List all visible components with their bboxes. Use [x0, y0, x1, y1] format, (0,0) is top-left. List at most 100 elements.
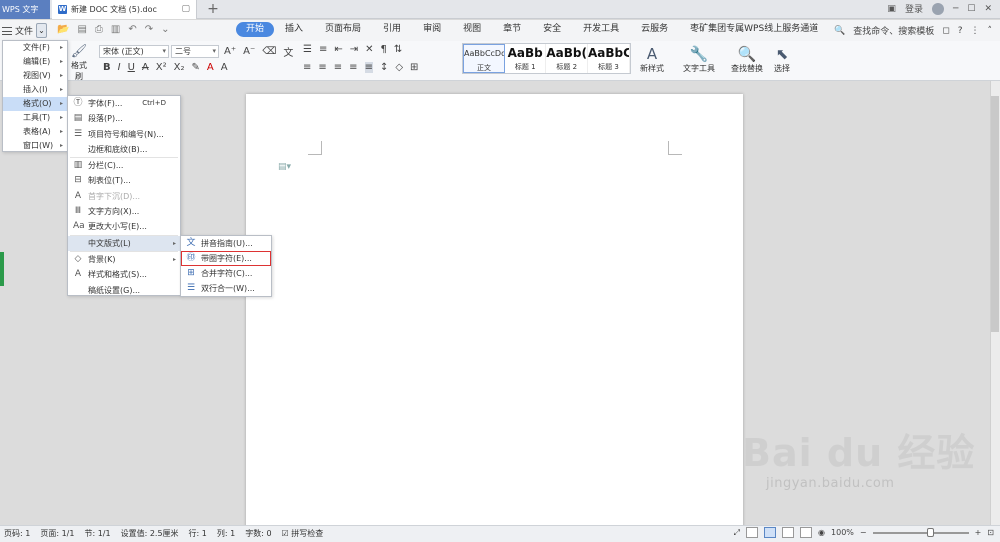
chinese-layout-icon[interactable]: ✕	[365, 44, 373, 55]
save-icon[interactable]: ▤	[77, 24, 86, 35]
app-tab[interactable]: WPS 文字	[0, 0, 50, 19]
decrease-indent-icon[interactable]: ⇤	[334, 44, 342, 55]
file-menu-button[interactable]: 文件 ⌄	[2, 22, 48, 39]
format-menu-item-1[interactable]: ▤ 段落(P)...	[68, 111, 180, 126]
file-menu-item-5[interactable]: 工具(T) ▸	[3, 111, 67, 125]
close-icon[interactable]: ✕	[984, 4, 992, 14]
file-menu-item-3[interactable]: 插入(I) ▸	[3, 83, 67, 97]
char-shading-icon[interactable]: A	[221, 62, 228, 73]
grow-font-icon[interactable]: A⁺	[224, 46, 236, 57]
style-2[interactable]: AaBb(标题 2	[546, 44, 588, 73]
paste-options-icon[interactable]: ▤▾	[278, 162, 291, 172]
shading-icon[interactable]: ◇	[395, 62, 403, 73]
format-menu-item-4[interactable]: ▥ 分栏(C)...	[68, 158, 180, 173]
zoom-out-icon[interactable]: −	[860, 528, 867, 537]
highlight-icon[interactable]: ✎	[191, 62, 199, 73]
fullscreen-icon[interactable]: ⤢	[734, 528, 740, 538]
align-right-icon[interactable]: ≡	[334, 62, 342, 73]
format-menu-item-3[interactable]: 边框和底纹(B)...	[68, 142, 180, 157]
style-1[interactable]: AaBb 标题 1	[505, 44, 547, 73]
format-menu-item-5[interactable]: ⊟ 制表位(T)...	[68, 173, 180, 188]
tab-10[interactable]: 枣矿集团专属WPS线上服务通道	[679, 22, 829, 37]
zoom-slider-thumb[interactable]	[926, 527, 934, 537]
skin-icon[interactable]: ▣	[887, 4, 896, 14]
document-page[interactable]	[246, 94, 743, 534]
chinese-layout-item-1[interactable]: ㊞带圈字符(E)...	[181, 251, 271, 266]
preview-icon[interactable]: ▥	[111, 24, 120, 35]
status-words[interactable]: 字数: 0	[245, 528, 271, 539]
justify-icon[interactable]: ≡	[349, 62, 357, 73]
align-left-icon[interactable]: ≡	[303, 62, 311, 73]
zoom-level[interactable]: 100%	[831, 528, 854, 537]
scrollbar-thumb[interactable]	[991, 96, 999, 332]
side-tab[interactable]	[0, 252, 4, 286]
superscript-icon[interactable]: X²	[156, 62, 167, 73]
customize-icon[interactable]: ⌄	[161, 24, 169, 35]
increase-indent-icon[interactable]: ⇥	[350, 44, 358, 55]
phonetic-icon[interactable]: 文	[283, 44, 293, 59]
strikethrough-icon[interactable]: A	[142, 62, 149, 73]
view-outline-button[interactable]	[782, 527, 795, 538]
select-button[interactable]: ⬉ 选择	[774, 45, 790, 74]
border-icon[interactable]: ⊞	[410, 62, 418, 73]
file-menu-item-7[interactable]: 窗口(W) ▸	[3, 139, 67, 153]
format-menu-item-10[interactable]: ◇ 背景(K) ▸	[68, 252, 180, 267]
collapse-ribbon-icon[interactable]: ˄	[988, 26, 993, 36]
font-name-select[interactable]: 宋体 (正文) ▾	[99, 45, 169, 58]
minimize-icon[interactable]: ─	[953, 4, 958, 14]
file-menu-item-4[interactable]: 格式(O) ▸	[3, 97, 67, 111]
tab-1[interactable]: 插入	[274, 22, 314, 37]
new-style-button[interactable]: A 新样式	[640, 45, 664, 74]
italic-icon[interactable]: I	[118, 62, 121, 73]
tab-0[interactable]: 开始	[236, 22, 275, 37]
help-icon[interactable]: ?	[958, 26, 963, 36]
redo-icon[interactable]: ↷	[145, 24, 153, 35]
login-link[interactable]: 登录	[905, 2, 923, 15]
chat-icon[interactable]: ◻	[942, 26, 949, 36]
command-search[interactable]: 查找命令、搜索模板	[853, 24, 934, 37]
subscript-icon[interactable]: X₂	[174, 62, 185, 73]
tab-4[interactable]: 审阅	[412, 22, 452, 37]
tab-7[interactable]: 安全	[532, 22, 572, 37]
new-tab-button[interactable]: +	[203, 0, 223, 19]
show-marks-icon[interactable]: ¶	[381, 44, 387, 55]
format-menu-item-11[interactable]: A 样式和格式(S)...	[68, 267, 180, 282]
zoom-in-icon[interactable]: +	[975, 528, 982, 537]
file-menu-item-0[interactable]: 文件(F) ▸	[3, 41, 67, 55]
view-page-button[interactable]	[764, 527, 777, 538]
more-icon[interactable]: ⋮	[971, 26, 980, 36]
tab-6[interactable]: 章节	[492, 22, 532, 37]
find-replace-button[interactable]: 🔍 查找替换	[731, 45, 763, 74]
underline-icon[interactable]: U	[128, 62, 135, 73]
open-icon[interactable]: 📂	[57, 24, 69, 35]
undo-icon[interactable]: ↶	[128, 24, 136, 35]
format-menu-item-7[interactable]: Ⅲ 文字方向(X)...	[68, 204, 180, 219]
file-menu-item-6[interactable]: 表格(A) ▸	[3, 125, 67, 139]
view-web-button[interactable]	[800, 527, 813, 538]
print-icon[interactable]: ⎙	[95, 24, 103, 35]
bold-icon[interactable]: B	[103, 62, 111, 73]
chinese-layout-item-0[interactable]: 文拼音指南(U)...	[181, 236, 271, 251]
format-painter-button[interactable]: 🖌 格式刷	[68, 44, 90, 82]
bullets-icon[interactable]: ☰	[303, 44, 312, 55]
avatar[interactable]	[931, 2, 944, 15]
sort-icon[interactable]: ⇅	[394, 44, 402, 55]
distribute-icon[interactable]: ≡	[364, 62, 373, 73]
tab-2[interactable]: 页面布局	[314, 22, 372, 37]
spell-check[interactable]: ☑ 拼写检查	[282, 528, 324, 539]
file-menu-item-2[interactable]: 视图(V) ▸	[3, 69, 67, 83]
format-menu-item-9[interactable]: 中文版式(L) ▸	[68, 235, 180, 251]
font-color-icon[interactable]: A	[207, 62, 214, 73]
maximize-icon[interactable]: ☐	[967, 4, 975, 14]
chinese-layout-item-3[interactable]: ☰ 双行合一(W)...	[181, 281, 271, 296]
style-3[interactable]: AaBbC(标题 3	[588, 44, 630, 73]
fit-icon[interactable]: ⊡	[987, 528, 994, 537]
format-menu-item-8[interactable]: Aa 更改大小写(E)...	[68, 219, 180, 234]
text-tools-button[interactable]: 🔧 文字工具	[683, 45, 715, 74]
tab-close-icon[interactable]: ▢	[181, 4, 190, 14]
tab-9[interactable]: 云服务	[630, 22, 679, 37]
tab-3[interactable]: 引用	[372, 22, 412, 37]
view-read-button[interactable]	[746, 527, 759, 538]
zoom-slider[interactable]	[872, 527, 969, 537]
align-center-icon[interactable]: ≡	[318, 62, 326, 73]
